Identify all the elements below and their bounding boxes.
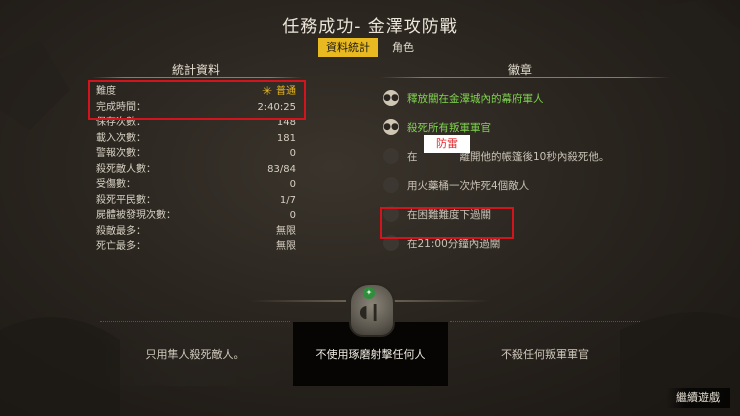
stat-label: 載入次數：	[96, 132, 146, 144]
star-icon: ✦	[363, 287, 375, 299]
stats-heading: 統計資料	[171, 63, 220, 77]
medal-icon: ●●	[383, 90, 399, 106]
continue-button[interactable]: 繼續遊戲	[666, 388, 730, 408]
highlight-box-stats	[88, 80, 306, 120]
medal-item: ●● 釋放關在金澤城內的幕府軍人	[383, 86, 663, 110]
character-glyph-icon: ◖❙	[359, 302, 383, 322]
page-title: 任務成功- 金澤攻防戰	[282, 17, 458, 37]
stat-label: 殺死平民數：	[96, 194, 156, 206]
stat-label: 屍體被發現次數：	[96, 210, 176, 221]
medal-text: 殺死所有叛軍軍官	[407, 121, 491, 134]
medal-icon: ●●	[383, 119, 399, 135]
medal-text: 用火藥桶一次炸死4個敵人	[407, 179, 530, 192]
stat-value: 無限	[276, 241, 296, 252]
medals-divider	[380, 77, 670, 78]
stat-label: 受傷數：	[96, 179, 136, 190]
stat-label: 殺敵最多：	[96, 225, 146, 237]
spoiler-cover-label: 防雷	[424, 135, 470, 153]
tab-characters[interactable]: 角色	[384, 38, 422, 57]
stat-label: 警報次數：	[96, 148, 146, 159]
stat-row-loads: 載入次數： 181	[96, 131, 296, 147]
stat-value: 0	[289, 210, 296, 221]
challenge-right[interactable]: 不殺任何叛軍軍官	[450, 322, 640, 386]
stat-value: 0	[289, 148, 296, 159]
stat-row-kills: 殺死敵人數： 83/84	[96, 162, 296, 178]
stat-row-civilians: 殺死平民數： 1/7	[96, 193, 296, 209]
medal-icon	[383, 148, 399, 164]
tab-bar: 資料統計 角色	[0, 38, 740, 57]
stat-value: 181	[276, 132, 296, 144]
stat-value: 83/84	[267, 163, 296, 175]
stat-row-alarms: 警報次數： 0	[96, 146, 296, 162]
character-badge: ✦ ◖❙	[349, 283, 395, 337]
medals-heading: 徽章	[507, 63, 532, 77]
stat-row-most-kills: 殺敵最多： 無限	[96, 224, 296, 240]
stat-value: 無限	[276, 225, 296, 237]
stat-row-most-deaths: 死亡最多： 無限	[96, 239, 296, 255]
medal-icon	[383, 177, 399, 193]
stats-divider	[92, 77, 302, 78]
medal-text: 釋放關在金澤城內的幕府軍人	[407, 92, 544, 105]
challenge-left[interactable]: 只用隼人殺死敵人。	[100, 322, 290, 386]
stat-value: 0	[289, 179, 296, 190]
stat-row-injuries: 受傷數： 0	[96, 177, 296, 193]
stat-label: 殺死敵人數：	[96, 163, 156, 175]
tab-statistics[interactable]: 資料統計	[318, 38, 378, 57]
stat-label: 死亡最多：	[96, 241, 146, 252]
badge-wing-right	[394, 300, 490, 302]
badge-wing-left	[250, 300, 346, 302]
stat-row-bodies-found: 屍體被發現次數： 0	[96, 208, 296, 224]
highlight-box-medal	[380, 207, 514, 239]
stat-value: 1/7	[279, 194, 296, 206]
medal-item: 用火藥桶一次炸死4個敵人	[383, 173, 663, 197]
